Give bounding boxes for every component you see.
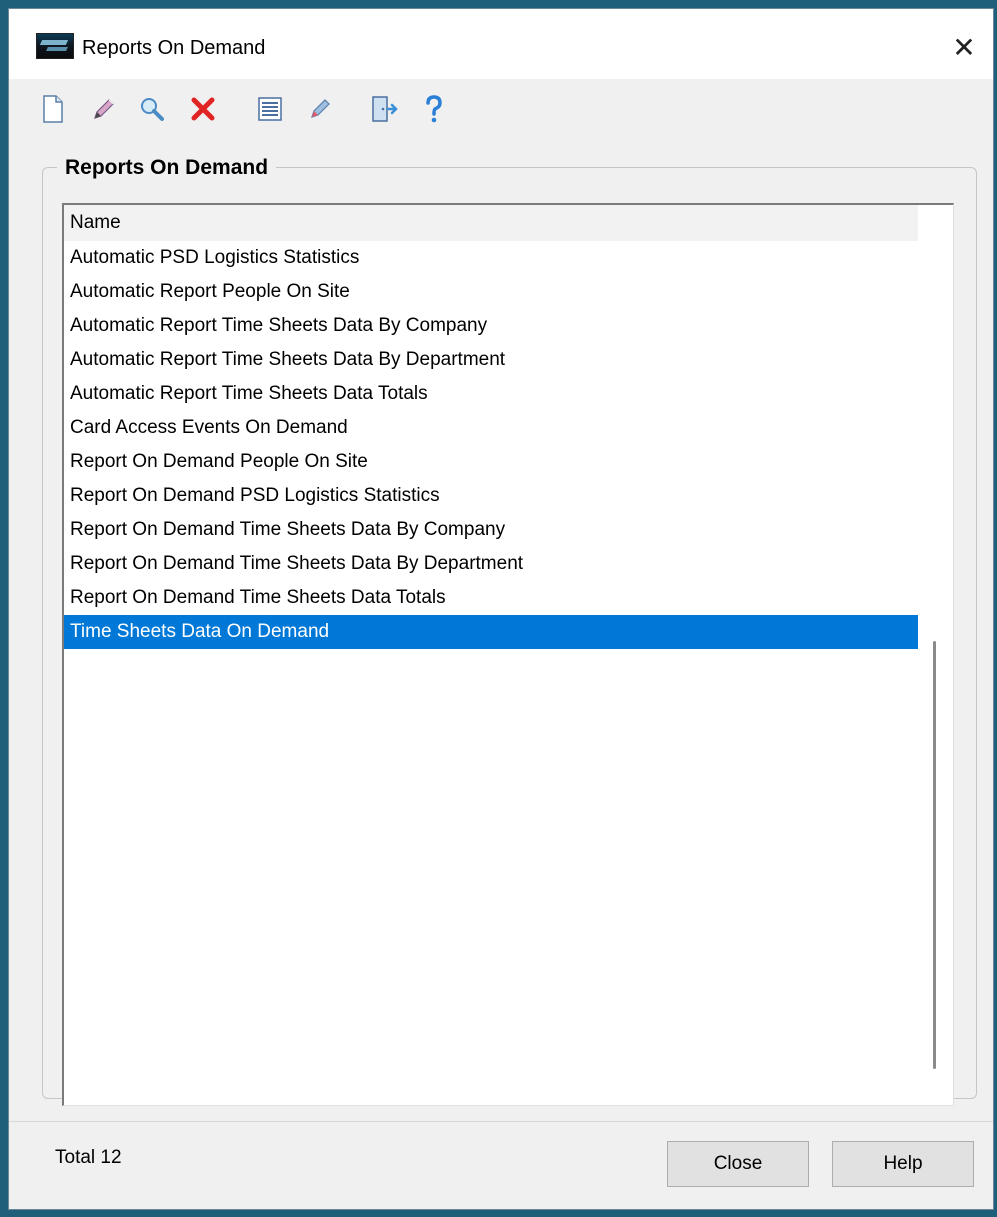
- delete-button[interactable]: [185, 91, 221, 127]
- edit-button[interactable]: [86, 91, 122, 127]
- list-item[interactable]: Automatic Report Time Sheets Data By Dep…: [64, 343, 918, 377]
- list-item[interactable]: Report On Demand Time Sheets Data Totals: [64, 581, 918, 615]
- list-item[interactable]: Automatic Report People On Site: [64, 275, 918, 309]
- list-icon: [258, 97, 282, 121]
- close-button[interactable]: Close: [667, 1141, 809, 1187]
- close-window-button[interactable]: ✕: [944, 27, 984, 67]
- list-item[interactable]: Report On Demand Time Sheets Data By Com…: [64, 513, 918, 547]
- list-item[interactable]: Time Sheets Data On Demand: [64, 615, 918, 649]
- question-icon: [426, 95, 442, 123]
- help-button[interactable]: Help: [832, 1141, 974, 1187]
- view-button[interactable]: [134, 91, 170, 127]
- new-button[interactable]: [35, 91, 71, 127]
- red-x-icon: [191, 97, 215, 121]
- eraser-icon: [311, 99, 330, 118]
- list-item[interactable]: Automatic PSD Logistics Statistics: [64, 241, 918, 275]
- list-item[interactable]: Automatic Report Time Sheets Data Totals: [64, 377, 918, 411]
- list-item[interactable]: Card Access Events On Demand: [64, 411, 918, 445]
- window-title: Reports On Demand: [82, 37, 266, 59]
- total-count: Total 12: [55, 1147, 122, 1168]
- app-logo-icon: [36, 33, 74, 59]
- clear-button[interactable]: [302, 91, 338, 127]
- list-item[interactable]: Report On Demand People On Site: [64, 445, 918, 479]
- new-document-icon: [43, 95, 63, 123]
- exit-door-icon: [372, 96, 398, 122]
- exit-button[interactable]: [366, 91, 402, 127]
- reports-list[interactable]: Name Automatic PSD Logistics Statistics A…: [62, 203, 954, 1106]
- column-header-name[interactable]: Name: [64, 205, 918, 241]
- list-button[interactable]: [252, 91, 288, 127]
- list-item[interactable]: Report On Demand Time Sheets Data By Dep…: [64, 547, 918, 581]
- title-bar: Reports On Demand ✕: [9, 9, 993, 79]
- status-divider: [9, 1121, 993, 1122]
- scrollbar-thumb[interactable]: [933, 641, 936, 1069]
- help-toolbar-button[interactable]: [416, 91, 452, 127]
- vertical-scrollbar[interactable]: [918, 205, 952, 1103]
- list-item[interactable]: Report On Demand PSD Logistics Statistic…: [64, 479, 918, 513]
- reports-on-demand-window: Reports On Demand ✕ Reports On Demand Na…: [9, 9, 993, 1209]
- group-title: Reports On Demand: [57, 156, 277, 180]
- list-item[interactable]: Automatic Report Time Sheets Data By Com…: [64, 309, 918, 343]
- toolbar: [9, 79, 993, 139]
- pencil-icon: [94, 99, 114, 119]
- magnifier-icon: [141, 98, 164, 121]
